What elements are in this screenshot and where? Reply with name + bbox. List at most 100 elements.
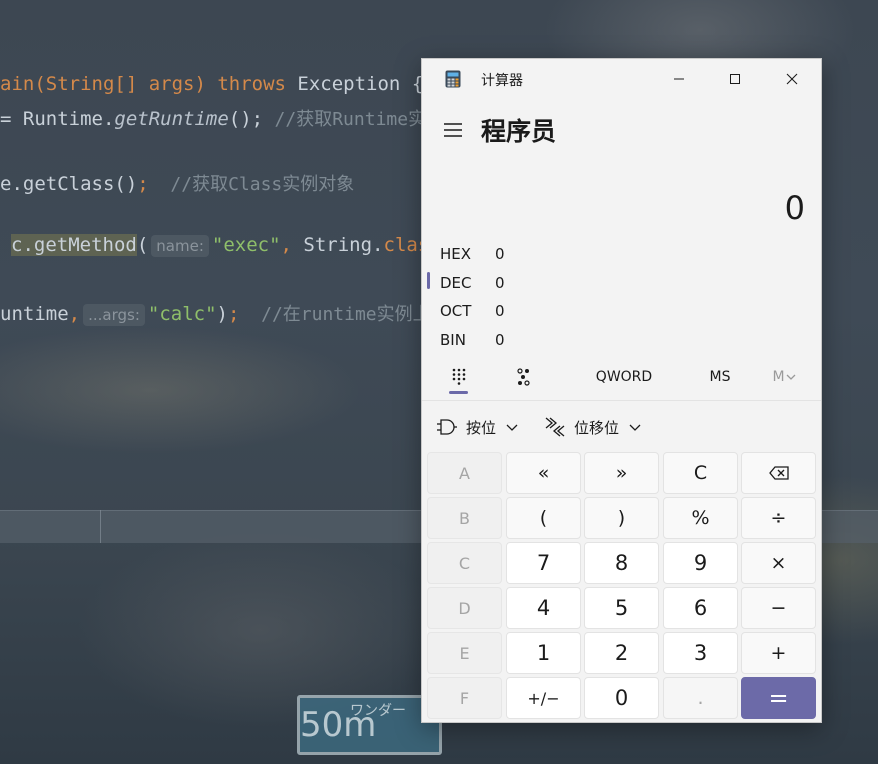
code-comment: //在runtime实例上 [239,304,431,325]
code-keyword: throws [217,73,286,95]
key-right-paren[interactable]: ) [584,497,659,539]
code-string: "exec" [211,234,281,256]
bit-shift-dropdown[interactable]: 位移位 [544,409,641,445]
logic-gate-icon [437,419,457,435]
radix-value: 0 [495,274,505,292]
key-multiply[interactable]: × [741,542,816,584]
keypad-dots-icon [452,368,466,385]
word-size-button[interactable]: QWORD [580,359,668,395]
key-hex-a[interactable]: A [427,452,502,494]
code-comma: , [68,303,81,325]
radix-label: DEC [440,274,472,292]
bit-shift-icon [545,417,565,437]
bitwise-label: 按位 [466,418,497,437]
key-5[interactable]: 5 [584,587,659,629]
memory-store-button[interactable]: MS [690,359,750,395]
code-text: Exception { [285,73,424,95]
code-text: String. [291,234,384,256]
memory-list-button[interactable]: M [764,359,804,395]
calculator-mode-title: 程序员 [481,117,557,146]
code-semicolon: ; [137,173,149,195]
key-6[interactable]: 6 [663,587,738,629]
radix-bin[interactable]: BIN 0 [422,325,622,353]
key-hex-f[interactable]: F [427,677,502,719]
key-9[interactable]: 9 [663,542,738,584]
code-semicolon: ; [227,303,240,325]
code-method: getRuntime [114,108,229,130]
programmer-toolbar: QWORD MS M [422,359,821,399]
result-display: 0 [784,189,805,227]
code-comment: //获取Class实例对象 [148,174,355,195]
radix-dec[interactable]: DEC 0 [422,268,622,296]
radix-label: HEX [440,245,472,263]
ide-tab-divider [100,510,101,543]
title-bar[interactable]: 计算器 [422,59,821,99]
chevron-down-icon [629,424,641,431]
radix-label: OCT [440,302,472,320]
radix-value: 0 [495,245,505,263]
bit-shift-label: 位移位 [574,418,620,437]
key-divide[interactable]: ÷ [741,497,816,539]
code-text: ain(String[] args) [0,73,218,95]
key-hex-e[interactable]: E [427,632,502,674]
maximize-icon [730,74,740,84]
key-equals[interactable]: = [741,677,816,719]
code-text: e.getClass() [0,173,138,195]
chevron-down-icon [786,374,796,380]
backspace-icon [768,466,789,480]
close-icon [786,73,798,85]
calculator-app-icon [445,70,461,88]
code-line-4: c.getMethod(name: "exec", String.clas [11,234,429,257]
bit-toggle-keypad-button[interactable] [508,359,542,395]
code-text: untime [0,303,69,325]
calculator-window: 计算器 程序员 0 HEX 0 DEC 0 OCT 0 BIN 0 QWORD … [421,58,822,723]
full-keypad-button[interactable] [442,359,476,395]
key-2[interactable]: 2 [584,632,659,674]
key-hex-b[interactable]: B [427,497,502,539]
radix-value: 0 [495,302,505,320]
key-decimal[interactable]: . [663,677,738,719]
minimize-icon [674,78,684,80]
maximize-button[interactable] [712,59,758,99]
operations-row: 按位 位移位 [422,409,821,445]
key-3[interactable]: 3 [663,632,738,674]
code-text: = Runtime. [0,108,115,130]
key-minus[interactable]: − [741,587,816,629]
code-line-2: = Runtime.getRuntime(); //获取Runtime实 [0,105,426,131]
key-right-shift[interactable]: » [584,452,659,494]
code-comma: , [280,234,292,256]
bitwise-dropdown[interactable]: 按位 [436,409,518,445]
wallpaper-sign-subtext: ワンダー [350,703,406,719]
navigation-menu-button[interactable] [438,117,468,143]
code-comment: //获取Runtime实 [274,109,427,130]
key-hex-c[interactable]: C [427,542,502,584]
bit-toggle-icon [517,368,530,386]
radix-hex[interactable]: HEX 0 [422,239,622,267]
code-text: ) [216,303,228,325]
code-line-5: untime, ...args: "calc"); //在runtime实例上 [0,300,431,326]
memory-list-label: M [772,369,785,385]
key-4[interactable]: 4 [506,587,581,629]
code-highlighted-call: c.getMethod [11,234,137,256]
key-left-paren[interactable]: ( [506,497,581,539]
key-7[interactable]: 7 [506,542,581,584]
active-keypad-indicator [449,391,468,394]
radix-value: 0 [495,331,505,349]
close-button[interactable] [769,59,815,99]
key-negate[interactable]: +/− [506,677,581,719]
chevron-down-icon [506,424,518,431]
key-backspace[interactable] [741,452,816,494]
minimize-button[interactable] [656,59,702,99]
key-8[interactable]: 8 [584,542,659,584]
key-0[interactable]: 0 [584,677,659,719]
key-left-shift[interactable]: « [506,452,581,494]
key-modulo[interactable]: % [663,497,738,539]
key-1[interactable]: 1 [506,632,581,674]
key-clear[interactable]: C [663,452,738,494]
key-hex-d[interactable]: D [427,587,502,629]
parameter-hint: name: [151,235,209,257]
radix-oct[interactable]: OCT 0 [422,296,622,324]
toolbar-divider [422,400,821,401]
key-plus[interactable]: + [741,632,816,674]
code-text: ( [136,234,149,256]
